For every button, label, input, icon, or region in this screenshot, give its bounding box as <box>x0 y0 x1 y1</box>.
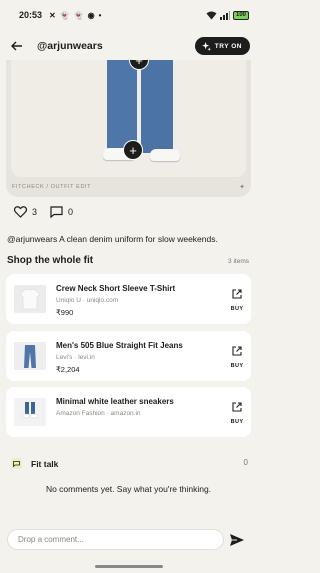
buy-label: BUY <box>230 419 244 425</box>
home-indicator <box>95 565 163 568</box>
status-time: 20:53 <box>19 10 43 20</box>
system-icons: 100 <box>206 10 249 20</box>
comment-icon[interactable] <box>50 206 63 218</box>
buy-label: BUY <box>230 363 244 369</box>
product-price: ₹990 <box>56 308 74 317</box>
outfit-image: + + <box>11 60 246 177</box>
notification-icons: ✕ 👻 👻 ◉ • <box>49 11 101 20</box>
product-meta: Uniqlo U · uniqlo.com <box>56 297 119 304</box>
product-card[interactable]: Minimal white leather sneakers Amazon Fa… <box>6 387 251 437</box>
dot-icon: • <box>98 10 102 20</box>
fit-talk-header: Fit talk <box>11 458 58 469</box>
external-link-icon <box>232 402 242 412</box>
product-tag-plus-icon[interactable]: + <box>123 140 143 160</box>
record-icon: ◉ <box>87 10 95 20</box>
snapchat-icon: 👻 <box>73 10 84 20</box>
profile-handle[interactable]: @arjunwears <box>37 40 103 52</box>
try-on-button[interactable]: TRY ON <box>194 37 250 55</box>
status-bar: 20:53 ✕ 👻 👻 ◉ • 100 <box>0 0 257 30</box>
sneaker-right <box>150 149 180 161</box>
product-thumbnail-sneakers <box>14 398 46 426</box>
try-on-label: TRY ON <box>214 42 242 50</box>
sparkle-icon: ✦ <box>239 184 245 191</box>
product-meta: Amazon Fashion · amazon.in <box>56 410 141 417</box>
photo-caption: FITCHECK / OUTFIT EDIT <box>12 184 92 190</box>
signal-icon <box>219 10 230 20</box>
chat-bubble-icon <box>11 458 22 469</box>
shop-items-count: 3 items <box>228 258 249 265</box>
jeans-right-leg <box>141 60 173 153</box>
top-app-bar: @arjunwears TRY ON <box>0 32 257 60</box>
reactions-row: 3 0 <box>14 206 73 218</box>
heart-icon[interactable] <box>14 206 27 218</box>
buy-button[interactable]: BUY <box>230 343 244 369</box>
post-caption: @arjunwears A clean denim uniform for sl… <box>7 234 218 244</box>
fit-talk-title: Fit talk <box>31 458 59 469</box>
external-link-icon <box>232 346 242 356</box>
back-arrow-icon[interactable] <box>11 39 25 53</box>
like-count: 3 <box>32 207 38 217</box>
send-icon[interactable] <box>229 532 245 548</box>
buy-button[interactable]: BUY <box>230 399 244 425</box>
comment-count: 0 <box>68 207 74 217</box>
shop-section-title: Shop the whole fit <box>7 255 94 266</box>
fit-talk-count: 0 <box>243 458 248 467</box>
product-thumbnail-tshirt <box>14 285 46 313</box>
product-meta: Levi's · levi.in <box>56 354 95 361</box>
product-price: ₹2,204 <box>56 365 80 374</box>
jeans-left-leg <box>107 60 137 152</box>
product-card[interactable]: Men's 505 Blue Straight Fit Jeans Levi's… <box>6 331 251 381</box>
sparkle-icon <box>201 41 211 51</box>
product-name: Men's 505 Blue Straight Fit Jeans <box>56 341 183 350</box>
outfit-photo[interactable]: + + FITCHECK / OUTFIT EDIT ✦ <box>6 60 251 197</box>
buy-label: BUY <box>230 306 244 312</box>
product-name: Crew Neck Short Sleeve T-Shirt <box>56 284 176 293</box>
product-name: Minimal white leather sneakers <box>56 397 174 406</box>
product-thumbnail-jeans <box>14 342 46 370</box>
wifi-icon <box>206 11 217 19</box>
vpn-icon: ✕ <box>49 10 56 20</box>
product-card[interactable]: Crew Neck Short Sleeve T-Shirt Uniqlo U … <box>6 274 251 324</box>
battery-icon: 100 <box>232 10 249 20</box>
comment-input[interactable] <box>7 529 224 550</box>
buy-button[interactable]: BUY <box>230 286 244 312</box>
external-link-icon <box>232 289 242 299</box>
empty-comments-message: No comments yet. Say what you're thinkin… <box>45 484 212 494</box>
snapchat-icon: 👻 <box>59 10 70 20</box>
